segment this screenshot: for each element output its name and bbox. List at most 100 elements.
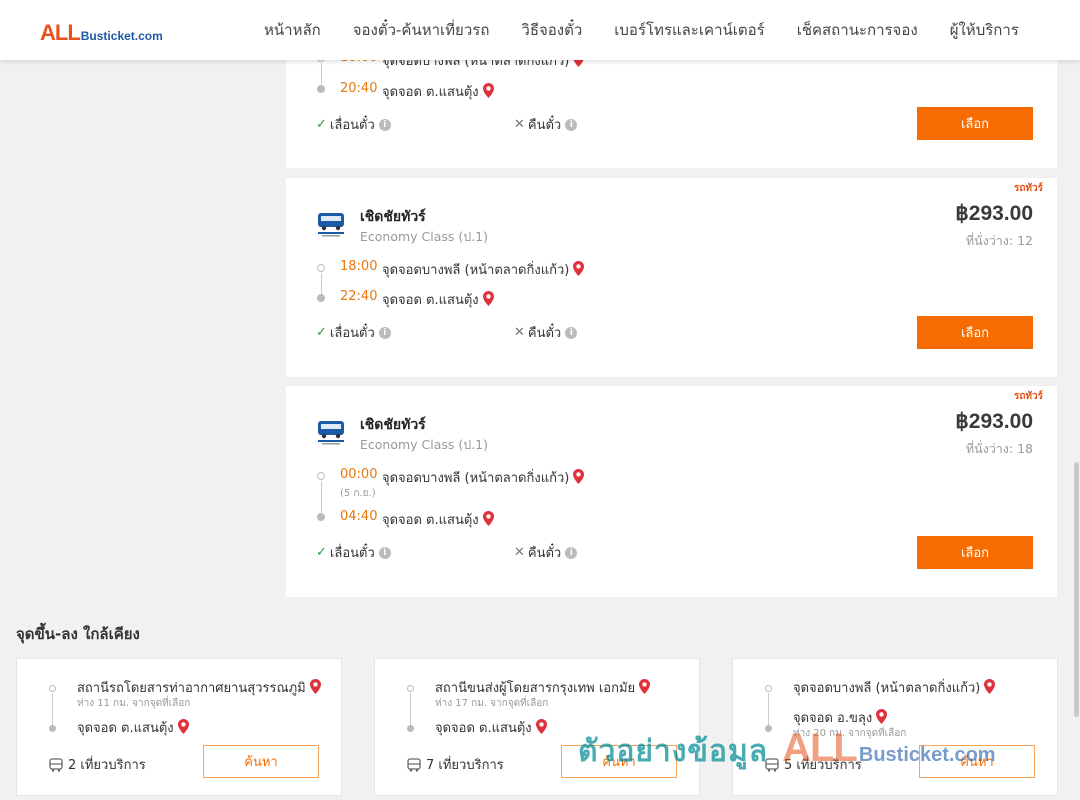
info-icon[interactable]: i xyxy=(565,546,578,559)
arrive-time: 04:40 xyxy=(340,509,378,524)
trip-card: รถทัวร์ เชิดชัยทัวร์ Economy Class (ป.1)… xyxy=(286,386,1057,597)
main-nav: หน้าหลัก จองตั๋ว-ค้นหาเที่ยวรถ วิธีจองตั… xyxy=(248,0,1035,60)
to-dot xyxy=(765,725,772,732)
route-line xyxy=(52,693,53,725)
map-pin-icon[interactable] xyxy=(482,291,494,306)
trip-count: 2 เที่ยวบริการ xyxy=(49,754,146,775)
info-icon[interactable]: i xyxy=(378,326,391,339)
arrive-dot xyxy=(317,85,325,93)
search-route-button[interactable]: ค้นหา xyxy=(203,745,319,778)
bus-type-badge: รถทัวร์ xyxy=(1013,391,1043,402)
check-icon: ✓ xyxy=(316,117,327,132)
depart-stop: จุดจอดบางพลี (หน้าตลาดกิ่งแก้ว) xyxy=(382,467,585,488)
refund-policy: ✕ คืนตั๋ว i xyxy=(514,114,578,135)
scrollbar-thumb[interactable] xyxy=(1074,462,1079,717)
arrive-stop: จุดจอด ต.แสนตุ้ง xyxy=(382,289,494,310)
cross-icon: ✕ xyxy=(514,117,525,132)
map-pin-icon[interactable] xyxy=(177,719,189,734)
route-line xyxy=(321,63,322,85)
nav-phone-counter[interactable]: เบอร์โทรและเคาน์เตอร์ xyxy=(598,18,780,42)
to-stop: จุดจอด อ.ขลุง xyxy=(793,707,888,728)
map-pin-icon[interactable] xyxy=(876,709,888,724)
depart-dot xyxy=(317,472,325,480)
seat-class: Economy Class (ป.1) xyxy=(360,437,489,452)
seat-class: Economy Class (ป.1) xyxy=(360,229,489,244)
ticket-price: ฿293.00 xyxy=(955,410,1033,433)
company-logo-icon xyxy=(318,421,344,445)
site-logo[interactable]: ALL Busticket.com xyxy=(40,20,163,46)
check-icon: ✓ xyxy=(316,325,327,340)
trip-count: 7 เที่ยวบริการ xyxy=(407,754,504,775)
map-pin-icon[interactable] xyxy=(573,469,585,484)
nearby-route-card: สถานีขนส่งผู้โดยสารกรุงเทพ เอกมัย ห่าง 1… xyxy=(374,658,700,796)
map-pin-icon[interactable] xyxy=(482,83,494,98)
nearby-route-card: สถานีรถโดยสารท่าอากาศยานสุวรรณภูมิ ห่าง … xyxy=(16,658,342,796)
arrive-time: 20:40 xyxy=(340,81,378,96)
to-dot xyxy=(49,725,56,732)
depart-dot xyxy=(317,264,325,272)
reschedule-policy: ✓ เลื่อนตั๋ว i xyxy=(316,114,391,135)
nav-home[interactable]: หน้าหลัก xyxy=(248,18,337,42)
map-pin-icon[interactable] xyxy=(482,511,494,526)
logo-all-text: ALL xyxy=(40,20,81,45)
trip-card: รถทัวร์ เชิดชัยทัวร์ Economy Class (ป.1)… xyxy=(286,178,1057,377)
arrive-stop: จุดจอด ต.แสนตุ้ง xyxy=(382,81,494,102)
from-distance: ห่าง 11 กม. จากจุดที่เลือก xyxy=(77,698,191,709)
arrive-dot xyxy=(317,294,325,302)
select-trip-button[interactable]: เลือก xyxy=(917,107,1033,140)
depart-date: (5 ก.ย.) xyxy=(340,488,376,499)
info-icon[interactable]: i xyxy=(565,118,578,131)
nav-operators[interactable]: ผู้ให้บริการ xyxy=(934,18,1035,42)
to-stop: จุดจอด ต.แสนตุ้ง xyxy=(435,717,547,738)
info-icon[interactable]: i xyxy=(378,118,391,131)
map-pin-icon[interactable] xyxy=(535,719,547,734)
check-icon: ✓ xyxy=(316,545,327,560)
bus-icon xyxy=(765,757,779,772)
depart-time: 18:00 xyxy=(340,259,378,274)
refund-policy: ✕ คืนตั๋ว i xyxy=(514,322,578,343)
ticket-price: ฿293.00 xyxy=(955,202,1033,225)
map-pin-icon[interactable] xyxy=(573,261,585,276)
company-name: เชิดชัยทัวร์ xyxy=(360,209,426,225)
from-dot xyxy=(49,685,56,692)
from-stop: สถานีขนส่งผู้โดยสารกรุงเทพ เอกมัย xyxy=(435,677,651,698)
reschedule-policy: ✓ เลื่อนตั๋ว i xyxy=(316,542,391,563)
bus-type-badge: รถทัวร์ xyxy=(1013,183,1043,194)
nav-book-search[interactable]: จองตั๋ว-ค้นหาเที่ยวรถ xyxy=(337,18,506,42)
trip-count: 5 เที่ยวบริการ xyxy=(765,754,862,775)
from-distance: ห่าง 17 กม. จากจุดที่เลือก xyxy=(435,698,549,709)
company-name: เชิดชัยทัวร์ xyxy=(360,417,426,433)
from-stop: จุดจอดบางพลี (หน้าตลาดกิ่งแก้ว) xyxy=(793,677,996,698)
seats-available: ที่นั่งว่าง: 18 xyxy=(965,441,1033,456)
seats-available: ที่นั่งว่าง: 12 xyxy=(965,233,1033,248)
info-icon[interactable]: i xyxy=(378,546,391,559)
map-pin-icon[interactable] xyxy=(639,679,651,694)
nearby-route-card: จุดจอดบางพลี (หน้าตลาดกิ่งแก้ว) จุดจอด อ… xyxy=(732,658,1058,796)
select-trip-button[interactable]: เลือก xyxy=(917,536,1033,569)
arrive-stop: จุดจอด ต.แสนตุ้ง xyxy=(382,509,494,530)
depart-time: 00:00 xyxy=(340,467,378,482)
search-route-button[interactable]: ค้นหา xyxy=(919,745,1035,778)
site-header: ALL Busticket.com หน้าหลัก จองตั๋ว-ค้นหา… xyxy=(0,0,1080,60)
map-pin-icon[interactable] xyxy=(309,679,321,694)
map-pin-icon[interactable] xyxy=(984,679,996,694)
route-line xyxy=(768,693,769,725)
info-icon[interactable]: i xyxy=(565,326,578,339)
nav-how-to-book[interactable]: วิธีจองตั๋ว xyxy=(505,18,598,42)
company-logo-icon xyxy=(318,213,344,237)
to-dot xyxy=(407,725,414,732)
select-trip-button[interactable]: เลือก xyxy=(917,316,1033,349)
nav-check-booking[interactable]: เช็คสถานะการจอง xyxy=(781,18,934,42)
cross-icon: ✕ xyxy=(514,325,525,340)
logo-busticket-text: Busticket.com xyxy=(80,29,163,43)
arrive-dot xyxy=(317,513,325,521)
to-distance: ห่าง 20 กม. จากจุดที่เลือก xyxy=(793,728,907,739)
route-line xyxy=(321,273,322,295)
bus-icon xyxy=(49,757,63,772)
search-route-button[interactable]: ค้นหา xyxy=(561,745,677,778)
reschedule-policy: ✓ เลื่อนตั๋ว i xyxy=(316,322,391,343)
route-line xyxy=(410,693,411,725)
cross-icon: ✕ xyxy=(514,545,525,560)
route-line xyxy=(321,481,322,513)
arrive-time: 22:40 xyxy=(340,289,378,304)
